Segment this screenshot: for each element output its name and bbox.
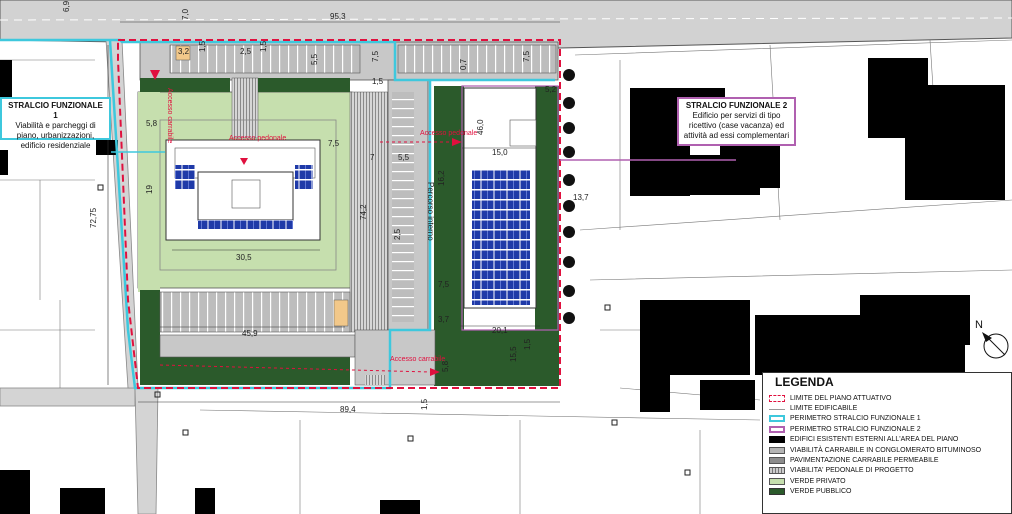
access-carrabile-label-top: Accesso carrabile: [166, 88, 173, 143]
legend-item: VERDE PUBBLICO: [769, 487, 981, 497]
legend-swatch: [769, 415, 785, 423]
legend-label: VIABILITÀ CARRABILE IN CONGLOMERATO BITU…: [790, 446, 982, 454]
legend-item: VERDE PRIVATO: [769, 476, 981, 486]
legend-item: PERIMETRO STRALCIO FUNZIONALE 2: [769, 424, 981, 434]
svg-text:5,2: 5,2: [545, 85, 557, 94]
svg-text:15,0: 15,0: [492, 148, 508, 157]
legend-item: LIMITE DEL PIANO ATTUATIVO: [769, 393, 981, 403]
svg-text:72,75: 72,75: [89, 207, 98, 228]
svg-text:3,7: 3,7: [438, 315, 450, 324]
legend-swatch: [769, 488, 785, 496]
legend-label: VERDE PRIVATO: [790, 477, 846, 485]
svg-text:95,3: 95,3: [330, 12, 346, 21]
svg-text:6,9: 6,9: [62, 0, 71, 12]
access-pedonale-label-2: Accesso pedonale: [420, 130, 477, 137]
svg-text:13,7: 13,7: [573, 193, 589, 202]
svg-text:7,5: 7,5: [438, 280, 450, 289]
legend-item: VIABILITA' PEDONALE DI PROGETTO: [769, 466, 981, 476]
svg-text:7,5: 7,5: [328, 139, 340, 148]
legend-swatch: [769, 425, 785, 433]
stralcio2-callout: STRALCIO FUNZIONALE 2 Edificio per servi…: [677, 97, 796, 146]
north-label: N: [975, 319, 983, 331]
legend-item: PAVIMENTAZIONE CARRABILE PERMEABILE: [769, 455, 981, 465]
legend-item: EDIFICI ESISTENTI ESTERNI ALL'AREA DEL P…: [769, 435, 981, 445]
legend-item: LIMITE EDIFICABILE: [769, 403, 981, 413]
stralcio2-description: Edificio per servizi di tipo ricettivo (…: [683, 111, 790, 140]
svg-text:3,2: 3,2: [178, 47, 190, 56]
svg-text:74,2: 74,2: [359, 204, 368, 220]
svg-text:1,5: 1,5: [420, 398, 429, 410]
legend-swatch: [769, 446, 785, 454]
legend-swatch: [769, 467, 785, 475]
svg-text:7,0: 7,0: [181, 8, 190, 20]
svg-text:45,9: 45,9: [242, 329, 258, 338]
north-arrow-icon: N: [975, 319, 1009, 359]
stralcio1-callout: STRALCIO FUNZIONALE 1 Viabilità e parche…: [0, 97, 111, 150]
svg-text:7,5: 7,5: [371, 50, 380, 62]
access-carrabile-label-bottom: Accesso carrabile: [390, 356, 445, 363]
svg-text:16,2: 16,2: [437, 170, 446, 186]
legend-swatch: [769, 436, 785, 444]
legend-item: PERIMETRO STRALCIO FUNZIONALE 1: [769, 414, 981, 424]
legend: LEGENDA LIMITE DEL PIANO ATTUATIVO LIMITE…: [762, 372, 1012, 514]
svg-text:1,5: 1,5: [198, 40, 207, 52]
svg-text:2,5: 2,5: [240, 47, 252, 56]
svg-text:5,8: 5,8: [146, 119, 158, 128]
legend-swatch: [769, 457, 785, 465]
svg-text:7,5: 7,5: [522, 50, 531, 62]
legend-label: PAVIMENTAZIONE CARRABILE PERMEABILE: [790, 457, 939, 465]
stralcio2-title: STRALCIO FUNZIONALE 2: [685, 101, 788, 110]
legend-label: LIMITE DEL PIANO ATTUATIVO: [790, 394, 892, 402]
svg-text:0,7: 0,7: [459, 58, 468, 70]
legend-label: PERIMETRO STRALCIO FUNZIONALE 2: [790, 425, 921, 433]
legend-list: LIMITE DEL PIANO ATTUATIVO LIMITE EDIFICA…: [769, 393, 981, 497]
legend-swatch: [769, 394, 785, 402]
svg-text:30,5: 30,5: [236, 253, 252, 262]
legend-label: VIABILITA' PEDONALE DI PROGETTO: [790, 467, 914, 475]
svg-text:5,5: 5,5: [310, 53, 319, 65]
legend-label: LIMITE EDIFICABILE: [790, 405, 858, 413]
legend-item: VIABILITÀ CARRABILE IN CONGLOMERATO BITU…: [769, 445, 981, 455]
svg-text:1,5: 1,5: [372, 77, 384, 86]
svg-text:1,5: 1,5: [259, 40, 268, 52]
svg-text:1,5: 1,5: [523, 338, 532, 350]
svg-text:89,4: 89,4: [340, 405, 356, 414]
legend-label: EDIFICI ESISTENTI ESTERNI ALL'AREA DEL P…: [790, 436, 959, 444]
svg-text:2,5: 2,5: [393, 228, 402, 240]
stralcio1-title: STRALCIO FUNZIONALE 1: [8, 101, 103, 120]
access-pedonale-label-1: Accesso pedonale: [229, 135, 286, 142]
legend-label: PERIMETRO STRALCIO FUNZIONALE 1: [790, 415, 921, 423]
svg-text:15,5: 15,5: [509, 346, 518, 362]
legend-swatch: [769, 409, 785, 411]
svg-text:20,1: 20,1: [492, 326, 508, 335]
svg-text:5,8: 5,8: [441, 360, 450, 372]
legend-title: LEGENDA: [775, 375, 834, 389]
stralcio1-description: Viabilità e parcheggi di piano, urbanizz…: [15, 121, 96, 150]
svg-text:7: 7: [370, 153, 375, 162]
svg-text:19: 19: [145, 185, 154, 194]
svg-text:46,0: 46,0: [476, 119, 485, 135]
legend-label: VERDE PUBBLICO: [790, 488, 852, 496]
legend-swatch: [769, 477, 785, 485]
percorso-interno-label: Percorso interno: [426, 182, 435, 241]
svg-text:5,5: 5,5: [398, 153, 410, 162]
